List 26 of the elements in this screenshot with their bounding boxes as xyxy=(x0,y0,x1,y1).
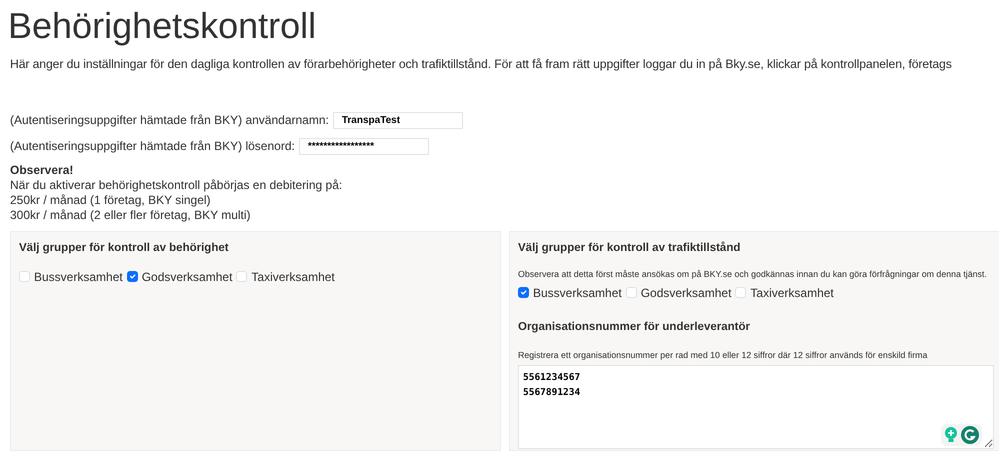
intro-text: Här anger du inställningar för den dagliga kontrollen av förarbehörigheter och trafiktillstånd. För att få fram rätt uppgifter loggar du in på Bky.se, klickar på kontrollpanelen, företags xyxy=(9,56,953,74)
panel-heading: Välj grupper för kontroll av behörighet xyxy=(19,241,230,256)
checkbox-label: Taxiverksamhet xyxy=(251,268,335,286)
field-label: (Autentiseringsuppgifter hämtade från BKY) användarnamn: xyxy=(10,112,329,130)
checkbox-label: Godsverksamhet xyxy=(640,284,732,302)
credential-field[interactable]: TranspaTest xyxy=(332,112,463,129)
credential-field[interactable]: ***************** xyxy=(298,138,429,155)
grammarly-icon[interactable] xyxy=(961,426,979,444)
checkbox-label: Taxiverksamhet xyxy=(750,284,834,302)
section-heading: Organisationsnummer för underleverantör xyxy=(518,320,751,336)
checkbox-label: Bussverksamhet xyxy=(533,284,622,302)
note-text: Observera att detta först måste ansökas om på BKY.se och godkännas innan du kan göra förfrågningar om denna tjänst. xyxy=(518,268,988,281)
bulb-icon[interactable] xyxy=(944,426,958,444)
hint-text: Registrera ett organisationsnummer per rad med 10 eller 12 siffror där 12 siffror används för enskild firma xyxy=(518,348,928,362)
checkbox[interactable] xyxy=(126,271,138,282)
notice-heading: Observera! xyxy=(10,163,74,178)
field-label: (Autentiseringsuppgifter hämtade från BKY) lösenord: xyxy=(10,138,295,156)
notice-text: 250kr / månad (1 företag, BKY singel) xyxy=(10,193,212,208)
panel-heading: Välj grupper för kontroll av trafiktillstånd xyxy=(518,240,742,256)
checkbox-label: Godsverksamhet xyxy=(142,268,232,286)
notice-text: 300kr / månad (2 eller fler företag, BKY multi) xyxy=(10,208,252,224)
page-title: Behörighetskontroll xyxy=(7,4,318,48)
checkbox[interactable] xyxy=(518,287,529,298)
org-number-field[interactable]: 5561234567 5567891234 xyxy=(518,364,994,449)
notice-text: När du aktiverar behörighetskontroll påbörjas en debitering på: xyxy=(10,178,344,194)
checkbox-label: Bussverksamhet xyxy=(34,268,123,286)
